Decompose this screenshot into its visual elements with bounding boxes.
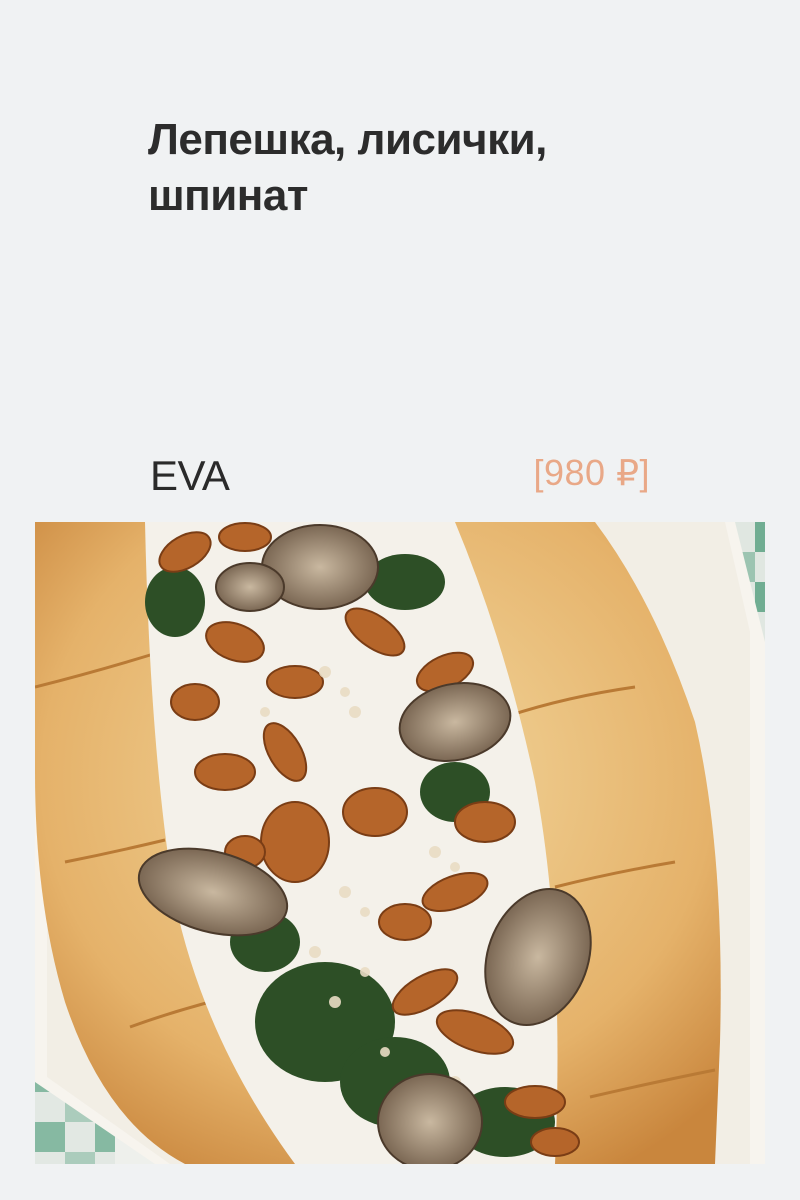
venue-name: EVA [150, 452, 230, 499]
dish-photo[interactable] [35, 522, 765, 1164]
dish-title-line-1: Лепешка, лисички, [148, 115, 547, 164]
dish-photo-illustration [35, 522, 765, 1164]
dish-card[interactable]: Лепешка, лисички, шпинат EVA [980 ₽] [0, 0, 800, 1200]
dish-title: Лепешка, лисички, шпинат [148, 112, 668, 224]
dish-title-line-2: шпинат [148, 171, 308, 220]
dish-price: [980 ₽] [533, 452, 650, 493]
